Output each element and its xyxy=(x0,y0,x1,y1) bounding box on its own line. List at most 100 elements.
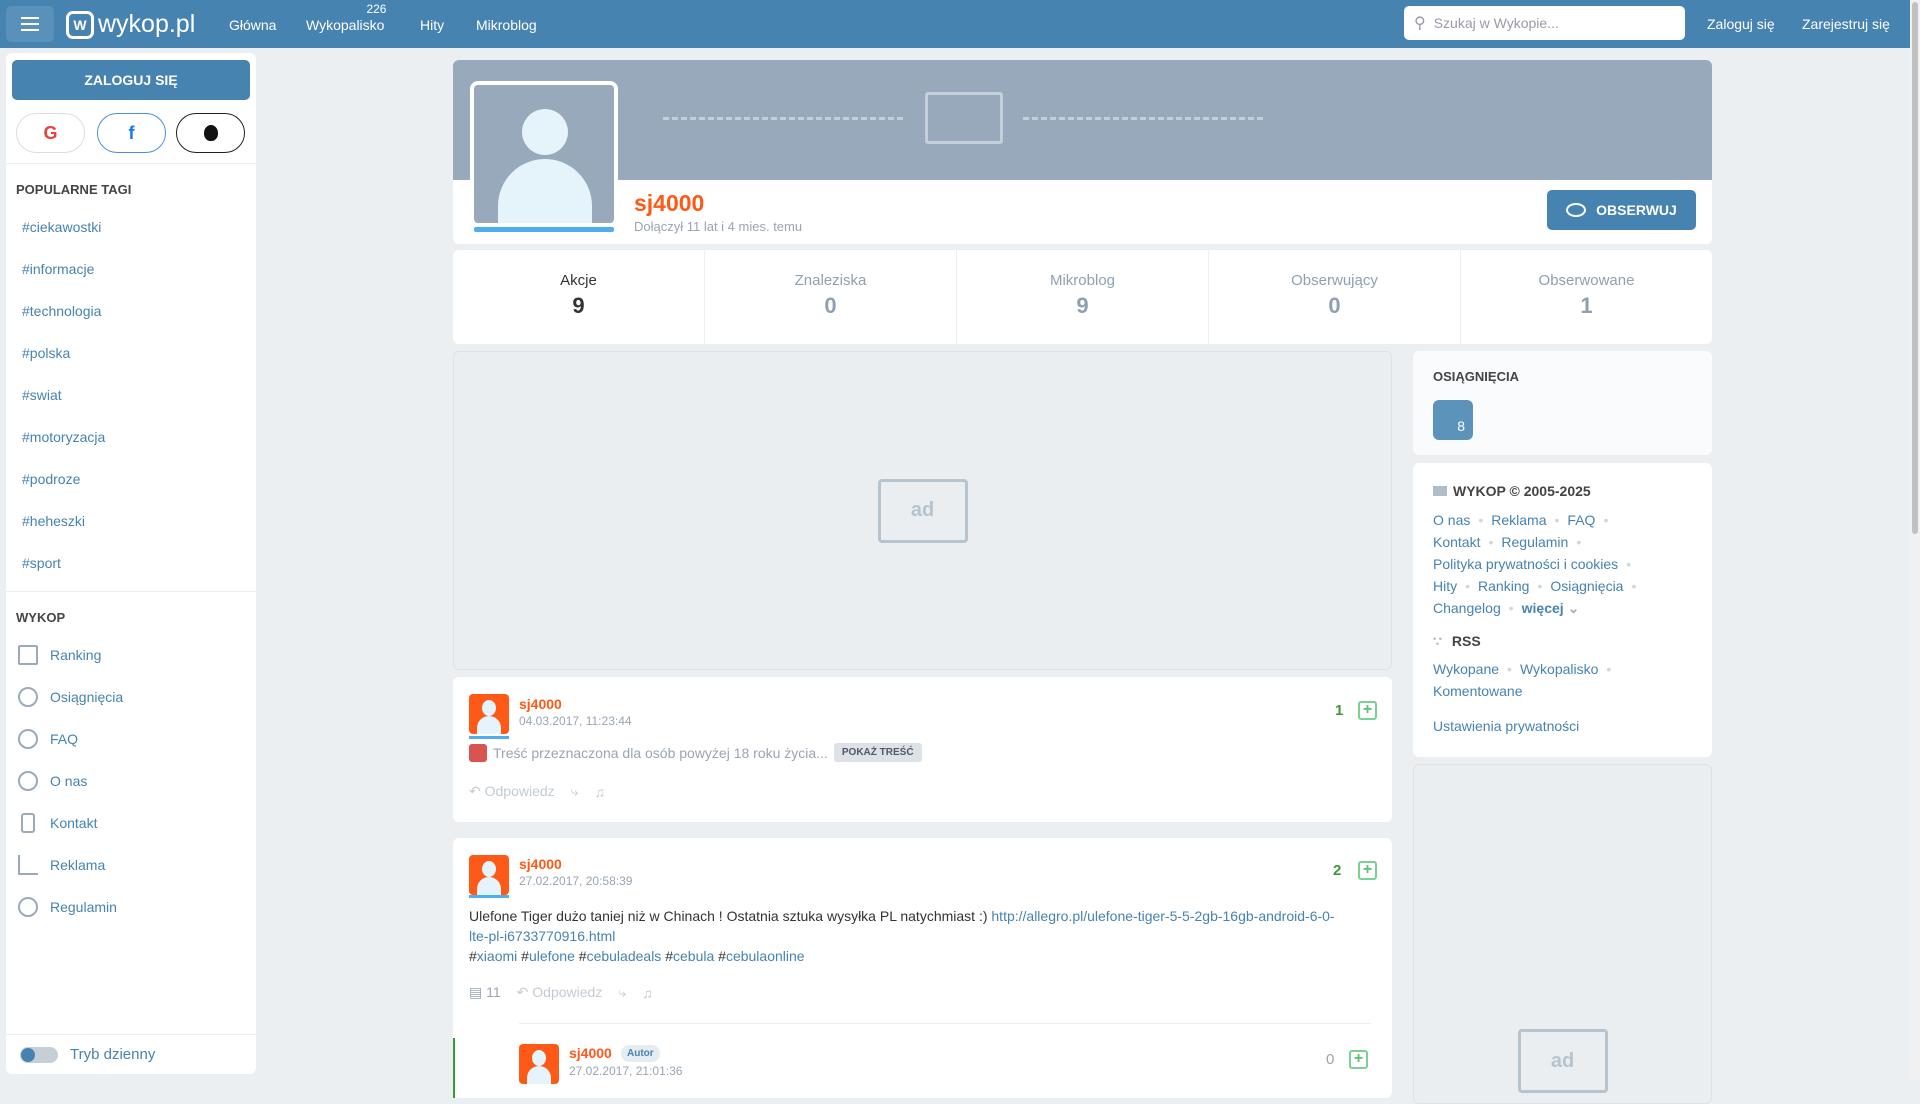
tag-link[interactable]: xiaomi xyxy=(477,948,517,964)
profile-header: sj4000 Dołączył 11 lat i 4 mies. temu OB… xyxy=(453,60,1712,244)
footer-link[interactable]: Osiągnięcia xyxy=(1550,578,1623,594)
reply-button[interactable]: ↶ Odpowiedz xyxy=(517,984,603,1001)
search-input[interactable]: ⚲ Szukaj w Wykopie... xyxy=(1404,6,1685,40)
login-button[interactable]: ZALOGUJ SIĘ xyxy=(12,60,250,100)
stat-actions[interactable]: Akcje 9 xyxy=(453,250,705,344)
notification-bell-icon[interactable]: ♫ xyxy=(595,784,606,800)
eye-icon xyxy=(1566,203,1587,217)
privacy-settings-link[interactable]: Ustawienia prywatności xyxy=(1433,718,1579,734)
author-avatar[interactable] xyxy=(469,694,509,734)
notification-bell-icon[interactable]: ♫ xyxy=(642,985,653,1001)
facebook-login-button[interactable]: f xyxy=(97,113,166,153)
sidebar-item-achievements[interactable]: Osiągnięcia xyxy=(18,687,123,707)
share-icon[interactable]: ⤷ xyxy=(618,984,626,1001)
info-icon xyxy=(18,771,38,791)
sidebar-item-rules[interactable]: Regulamin xyxy=(18,897,117,917)
popular-tags-heading: POPULARNE TAGI xyxy=(16,182,132,197)
footer-link[interactable]: O nas xyxy=(1433,512,1470,528)
footer-link[interactable]: Polityka prywatności i cookies xyxy=(1433,556,1618,572)
rss-link[interactable]: Komentowane xyxy=(1433,683,1523,699)
vote-count: 2 xyxy=(1333,862,1342,879)
tag-link[interactable]: #heheszki xyxy=(22,513,85,529)
rss-link[interactable]: Wykopane xyxy=(1433,661,1499,677)
ad-box-icon: ad xyxy=(877,478,968,543)
nav-mikroblog[interactable]: Mikroblog xyxy=(476,17,537,33)
footer-link[interactable]: Ranking xyxy=(1478,578,1529,594)
microblog-entry: sj4000 04.03.2017, 11:23:44 1 + Treść pr… xyxy=(453,677,1392,822)
comment-author-name[interactable]: sj4000 xyxy=(569,1045,612,1061)
ad-box-icon: ad xyxy=(1517,1029,1608,1093)
tag-link[interactable]: #sport xyxy=(22,555,61,571)
tag-link[interactable]: cebulaonline xyxy=(726,948,805,964)
comment-upvote-button[interactable]: + xyxy=(1349,1050,1368,1069)
author-badge: Autor xyxy=(621,1045,660,1062)
show-content-button[interactable]: POKAŻ TREŚĆ xyxy=(833,743,922,762)
microblog-entry: sj4000 27.02.2017, 20:58:39 2 + Ulefone … xyxy=(453,838,1392,1098)
left-sidebar: ZALOGUJ SIĘ G f POPULARNE TAGI #ciekawos… xyxy=(6,53,256,1074)
sidebar-item-contact[interactable]: Kontakt xyxy=(18,813,97,833)
sidebar-item-ads[interactable]: Reklama xyxy=(18,855,105,875)
logo[interactable]: Wwykop.pl xyxy=(66,10,195,39)
more-link[interactable]: więcej ⌄ xyxy=(1522,600,1580,616)
nav-wykopalisko[interactable]: Wykopalisko 226 xyxy=(306,2,386,33)
stat-following[interactable]: Obserwowane 1 xyxy=(1461,250,1712,344)
tag-link[interactable]: #swiat xyxy=(22,387,62,403)
footer-link[interactable]: Reklama xyxy=(1491,512,1546,528)
logo-icon: W xyxy=(66,10,94,39)
comments-button[interactable]: ▤ 11 xyxy=(469,984,501,1001)
tag-link[interactable]: #technologia xyxy=(22,303,101,319)
footer-link[interactable]: Hity xyxy=(1433,578,1457,594)
footer-link[interactable]: Changelog xyxy=(1433,600,1501,616)
reply-button[interactable]: ↶ Odpowiedz xyxy=(469,783,555,800)
comment-vote-count: 0 xyxy=(1326,1051,1335,1068)
tag-link[interactable]: #ciekawostki xyxy=(22,219,101,235)
tag-link[interactable]: cebuladeals xyxy=(587,948,662,964)
nav-glowna[interactable]: Główna xyxy=(229,17,276,33)
share-icon[interactable]: ⤷ xyxy=(571,783,579,800)
profile-username: sj4000 xyxy=(634,190,705,216)
tag-link[interactable]: cebula xyxy=(673,948,714,964)
login-link[interactable]: Zaloguj się xyxy=(1707,16,1775,32)
tag-link[interactable]: #polska xyxy=(22,345,70,361)
author-name[interactable]: sj4000 xyxy=(519,856,562,872)
wykop-heading: WYKOP xyxy=(16,610,66,625)
ad-placeholder: ad xyxy=(453,351,1392,670)
author-name[interactable]: sj4000 xyxy=(519,696,562,712)
stat-microblog[interactable]: Mikroblog 9 xyxy=(957,250,1209,344)
tag-link[interactable]: #podroze xyxy=(22,471,80,487)
upvote-button[interactable]: + xyxy=(1358,861,1377,880)
tag-link[interactable]: #motoryzacja xyxy=(22,429,105,445)
sidebar-item-ranking[interactable]: Ranking xyxy=(18,645,101,665)
menu-button[interactable] xyxy=(6,6,54,42)
nav-hity[interactable]: Hity xyxy=(420,17,444,33)
ranking-icon xyxy=(18,645,38,665)
footer-link[interactable]: Kontakt xyxy=(1433,534,1480,550)
joined-date: Dołączył 11 lat i 4 mies. temu xyxy=(634,219,803,234)
follow-button[interactable]: OBSERWUJ xyxy=(1547,190,1696,230)
comment-author-avatar[interactable] xyxy=(519,1044,559,1084)
vote-count: 1 xyxy=(1335,702,1344,719)
sidebar-item-about[interactable]: O nas xyxy=(18,771,87,791)
calendar-achievement-icon[interactable]: 8 xyxy=(1433,400,1473,440)
stat-links[interactable]: Znaleziska 0 xyxy=(705,250,957,344)
author-avatar[interactable] xyxy=(469,855,509,895)
theme-toggle[interactable]: Tryb dzienny xyxy=(20,1046,155,1063)
google-login-button[interactable]: G xyxy=(16,113,85,153)
adult-content-icon xyxy=(469,743,487,762)
profile-avatar xyxy=(470,81,618,236)
rss-link[interactable]: Wykopalisko xyxy=(1520,661,1598,677)
scrollbar-thumb[interactable] xyxy=(1912,2,1918,534)
upvote-button[interactable]: + xyxy=(1358,701,1377,720)
achievements-panel: OSIĄGNIĘCIA 8 xyxy=(1413,351,1712,455)
footer-link[interactable]: Regulamin xyxy=(1501,534,1568,550)
tag-link[interactable]: ulefone xyxy=(529,948,575,964)
stat-followers[interactable]: Obserwujący 0 xyxy=(1209,250,1461,344)
toggle-switch[interactable] xyxy=(20,1046,58,1063)
sidebar-item-faq[interactable]: FAQ xyxy=(18,729,78,749)
tag-link[interactable]: #informacje xyxy=(22,261,94,277)
wykop-logo-icon xyxy=(1433,486,1447,496)
footer-link[interactable]: FAQ xyxy=(1567,512,1595,528)
achievements-heading: OSIĄGNIĘCIA xyxy=(1433,369,1519,384)
apple-login-button[interactable] xyxy=(176,113,245,153)
register-link[interactable]: Zarejestruj się xyxy=(1802,16,1890,32)
